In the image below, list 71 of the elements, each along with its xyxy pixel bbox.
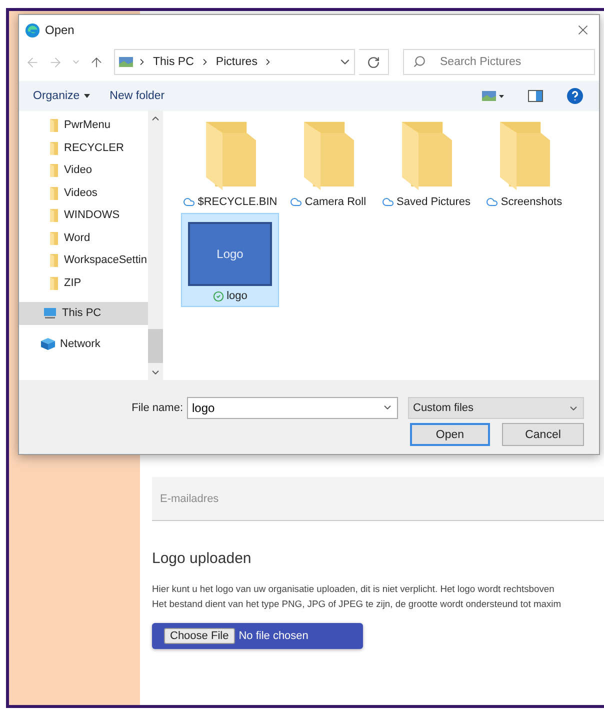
folder-icon	[50, 253, 59, 268]
nav-label: This PC	[62, 307, 102, 320]
nav-label: Word	[64, 232, 90, 244]
file-name: logo	[226, 290, 248, 302]
file-name: Camera Roll	[304, 196, 366, 208]
image-thumbnail: Logo	[188, 222, 272, 286]
scroll-thumb[interactable]	[148, 329, 163, 363]
toolbar-button[interactable]: Organize	[33, 90, 90, 102]
email-placeholder: E-mailadres	[160, 492, 219, 504]
toolbar-button[interactable]: New folder	[110, 90, 165, 102]
breadcrumb[interactable]: Pictures	[214, 56, 260, 68]
folder-icon	[50, 208, 59, 222]
address-bar[interactable]: This PC Pictures	[114, 49, 356, 75]
nav-item[interactable]: Network	[19, 332, 148, 355]
description-text: Het bestand dient van het type PNG, JPG of JPEG te zijn, de grootte wordt ondersteund tot maxim	[152, 597, 562, 611]
folder-icon	[50, 140, 59, 155]
choose-file-button[interactable]: Choose File	[164, 628, 235, 644]
window-title: Open	[45, 23, 76, 37]
nav-item[interactable]: Video	[19, 159, 148, 182]
nav-item[interactable]: RECYCLER	[19, 136, 148, 159]
search-icon	[413, 55, 426, 68]
file-status: No file chosen	[238, 630, 308, 642]
caret-icon	[84, 94, 90, 98]
file-item[interactable]: Screenshots	[475, 119, 573, 213]
file-name: $RECYCLE.BIN	[198, 196, 278, 208]
nav-label: WorkspaceSettin	[64, 254, 147, 266]
nav-label: PwrMenu	[64, 119, 110, 132]
nav-item[interactable]: WorkspaceSettin	[19, 249, 148, 272]
nav-item[interactable]: ZIP	[19, 272, 148, 294]
preview-pane-button[interactable]	[526, 88, 545, 104]
nav-item[interactable]: This PC	[19, 302, 148, 324]
file-name: Saved Pictures	[396, 196, 470, 208]
folder-icon	[50, 230, 59, 245]
breadcrumb[interactable]: This PC	[151, 56, 196, 68]
help-icon[interactable]	[565, 86, 585, 106]
folder-icon	[50, 186, 59, 200]
nav-item[interactable]: Videos	[19, 182, 148, 204]
folder-icon	[50, 163, 59, 178]
pictures-icon	[119, 57, 133, 67]
refresh-button[interactable]	[359, 49, 389, 75]
scrollbar[interactable]	[148, 111, 163, 380]
file-item[interactable]: Camera Roll	[279, 119, 377, 213]
nav-label: Videos	[64, 186, 98, 199]
file-type-select[interactable]: Custom files	[408, 397, 584, 419]
file-name-label: File name:	[132, 402, 183, 414]
nav-label: Network	[60, 338, 100, 350]
search-field[interactable]: Search Pictures	[403, 49, 595, 75]
description-text: Hier kunt u het logo van uw organisatie uploaden, dit is niet verplicht. Het logo wordt rechtsboven	[152, 582, 556, 596]
nav-label: WINDOWS	[64, 209, 120, 222]
file-item[interactable]: Saved Pictures	[377, 119, 475, 213]
view-button[interactable]	[480, 89, 506, 103]
browser-logo-icon	[25, 22, 40, 38]
nav-label: Video	[64, 164, 92, 176]
dialog-button[interactable]: Cancel	[502, 423, 584, 446]
file-name: Screenshots	[500, 196, 562, 208]
nav-label: RECYCLER	[64, 142, 124, 154]
refresh-icon	[367, 56, 380, 68]
nav-label: ZIP	[64, 276, 82, 289]
folder-icon	[50, 118, 59, 132]
network-icon	[41, 338, 55, 350]
file-input[interactable]: Choose File No file chosen	[152, 623, 363, 649]
file-name-field[interactable]: logo	[187, 397, 398, 419]
nav-item[interactable]: PwrMenu	[19, 114, 148, 136]
folder-icon	[50, 276, 59, 290]
file-item[interactable]: Logo logo	[181, 213, 279, 307]
monitor-icon	[43, 307, 57, 320]
nav-item[interactable]: WINDOWS	[19, 204, 148, 226]
dialog-button[interactable]: Open	[410, 423, 490, 446]
nav-item[interactable]: Word	[19, 226, 148, 249]
section-title: Logo uploaden	[152, 550, 252, 567]
file-item[interactable]: $RECYCLE.BIN	[181, 119, 279, 213]
